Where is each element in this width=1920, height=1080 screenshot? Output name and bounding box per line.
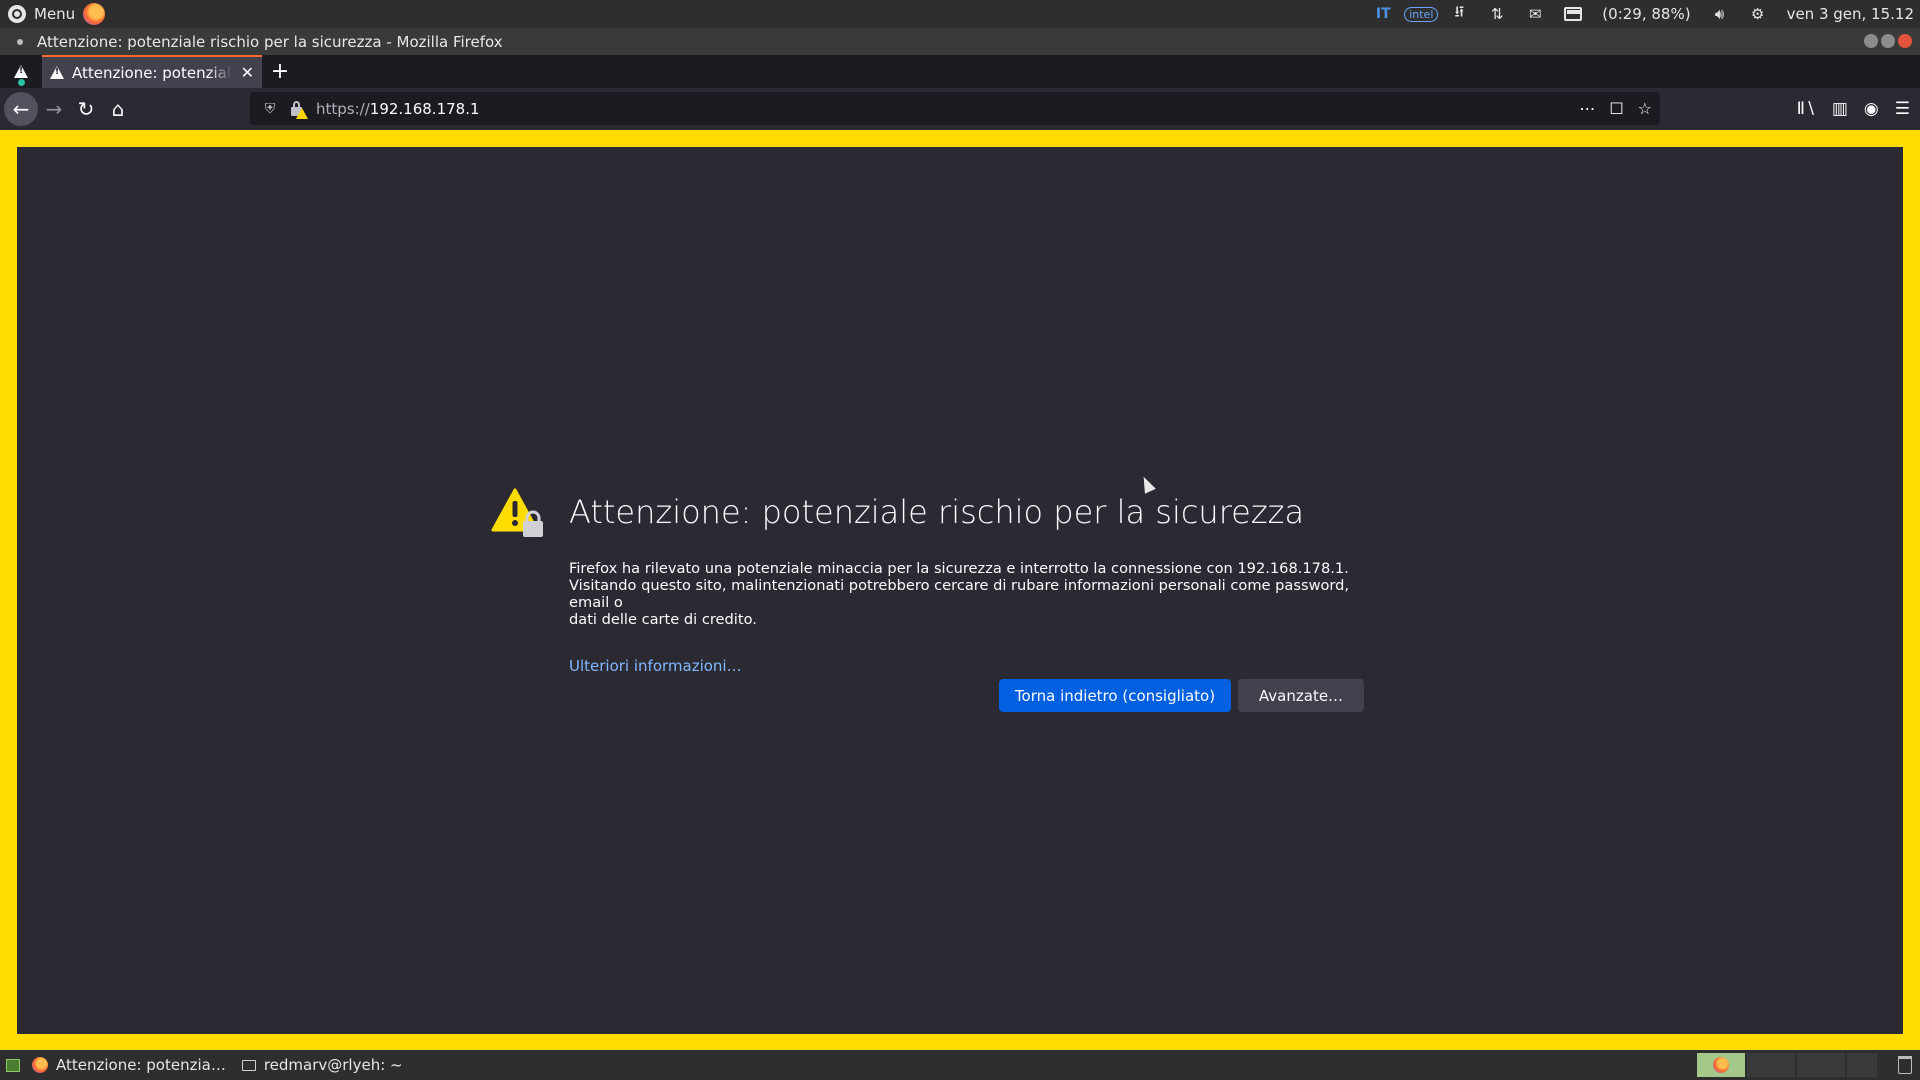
forward-button[interactable]: → bbox=[38, 93, 70, 125]
warning-lock-icon bbox=[491, 488, 543, 537]
tab-close-icon[interactable]: ✕ bbox=[241, 63, 254, 82]
warning-icon bbox=[14, 65, 28, 78]
back-button[interactable]: ← bbox=[4, 92, 38, 126]
url-bar[interactable]: ⛨ https://192.168.178.1 ⋯ ☐ ☆ bbox=[250, 92, 1660, 125]
advanced-button[interactable]: Avanzate… bbox=[1238, 679, 1364, 712]
hamburger-menu-icon[interactable]: ☰ bbox=[1895, 99, 1910, 119]
reload-icon: ↻ bbox=[77, 97, 95, 121]
show-desktop-button[interactable] bbox=[2, 1055, 24, 1075]
sidebar-icon[interactable]: ▥ bbox=[1832, 99, 1848, 119]
home-icon: ⌂ bbox=[111, 97, 125, 121]
sharing-indicator[interactable] bbox=[0, 55, 42, 88]
taskbar-item-label: redmarv@rlyeh: ~ bbox=[263, 1056, 403, 1074]
error-description-line: Visitando questo sito, malintenzionati p… bbox=[569, 577, 1350, 611]
gpu-label: intel bbox=[1404, 6, 1439, 22]
right-toolbar: Ⅱ∖ ▥ ◉ ☰ bbox=[1797, 88, 1910, 130]
error-description: Firefox ha rilevato una potenziale minac… bbox=[569, 560, 1369, 628]
library-icon[interactable]: Ⅱ∖ bbox=[1797, 99, 1816, 119]
show-desktop-icon bbox=[6, 1058, 20, 1072]
page-actions-menu-icon[interactable]: ⋯ bbox=[1579, 99, 1595, 118]
firefox-icon bbox=[32, 1057, 48, 1073]
new-tab-button[interactable]: + bbox=[262, 55, 298, 88]
window-menu-dot-icon[interactable] bbox=[17, 38, 23, 45]
tracking-protection-shield-icon[interactable]: ⛨ bbox=[260, 101, 280, 117]
workspace-3[interactable] bbox=[1797, 1053, 1845, 1077]
ubuntu-logo-icon bbox=[8, 5, 26, 23]
insecure-lock-icon[interactable] bbox=[288, 100, 308, 119]
window-title: Attenzione: potenziale rischio per la si… bbox=[37, 32, 503, 51]
bluetooth-icon[interactable]: ⭿ bbox=[1450, 3, 1468, 22]
forward-arrow-icon: → bbox=[45, 97, 63, 121]
firefox-launcher-icon[interactable] bbox=[83, 3, 106, 25]
taskbar-item-terminal[interactable]: redmarv@rlyeh: ~ bbox=[234, 1050, 411, 1080]
system-menu-label: Menu bbox=[34, 5, 76, 23]
network-icon[interactable]: ⇅ bbox=[1488, 5, 1506, 23]
settings-gear-icon[interactable]: ⚙ bbox=[1749, 5, 1767, 23]
navigation-toolbar: ← → ↻ ⌂ ⛨ https://192.168.178.1 ⋯ ☐ ☆ Ⅱ∖… bbox=[0, 88, 1920, 130]
url-host: 192.168.178.1 bbox=[369, 99, 480, 118]
workspace-2[interactable] bbox=[1747, 1053, 1795, 1077]
learn-more-link[interactable]: Ulteriori informazioni… bbox=[569, 657, 742, 675]
taskbar-item-firefox[interactable]: Attenzione: potenzia… bbox=[24, 1050, 234, 1080]
maximize-icon[interactable] bbox=[1881, 34, 1895, 48]
status-dot-icon bbox=[18, 79, 25, 86]
battery-status[interactable]: (0:29, 88%) bbox=[1602, 5, 1690, 23]
terminal-icon bbox=[241, 1059, 256, 1071]
error-description-line: dati delle carte di credito. bbox=[569, 611, 757, 628]
taskbar-item-label: Attenzione: potenzia… bbox=[56, 1056, 226, 1074]
account-icon[interactable]: ◉ bbox=[1864, 99, 1879, 119]
url-text[interactable]: https://192.168.178.1 bbox=[316, 100, 480, 118]
error-container: Attenzione: potenziale rischio per la si… bbox=[491, 488, 1369, 712]
error-page: Attenzione: potenziale rischio per la si… bbox=[17, 147, 1903, 1034]
tab-warning-icon bbox=[50, 66, 64, 79]
minimize-icon[interactable] bbox=[1864, 34, 1878, 48]
bottom-taskbar: Attenzione: potenzia… redmarv@rlyeh: ~ bbox=[0, 1050, 1920, 1080]
tab-security-warning[interactable]: Attenzione: potenziale rischio per la si… bbox=[42, 55, 262, 88]
window-controls bbox=[1864, 34, 1912, 48]
workspace-1[interactable] bbox=[1697, 1053, 1745, 1077]
close-window-icon[interactable] bbox=[1898, 34, 1912, 48]
keyboard-layout-indicator[interactable]: IT bbox=[1374, 6, 1392, 22]
gpu-indicator[interactable]: intel bbox=[1404, 6, 1439, 22]
tab-label: Attenzione: potenziale rischio per la si… bbox=[72, 63, 233, 82]
top-panel: Menu IT intel ⭿ ⇅ ✉ (0:29, 88%) 🔊︎ ⚙ ven… bbox=[0, 0, 1920, 28]
reload-button[interactable]: ↻ bbox=[70, 93, 102, 125]
back-arrow-icon: ← bbox=[12, 97, 30, 121]
url-scheme: https:// bbox=[316, 99, 370, 118]
mail-icon[interactable]: ✉ bbox=[1526, 5, 1544, 23]
go-back-button[interactable]: Torna indietro (consigliato) bbox=[999, 679, 1231, 712]
error-title: Attenzione: potenziale rischio per la si… bbox=[569, 493, 1305, 531]
workspace-4[interactable] bbox=[1847, 1053, 1877, 1077]
window-titlebar[interactable]: Attenzione: potenziale rischio per la si… bbox=[0, 28, 1920, 55]
bookmark-star-icon[interactable]: ☆ bbox=[1638, 99, 1652, 118]
pocket-icon[interactable]: ☐ bbox=[1609, 99, 1623, 118]
battery-icon[interactable] bbox=[1564, 6, 1583, 22]
workspace-firefox-icon bbox=[1713, 1057, 1729, 1073]
page-content-warning-frame: Attenzione: potenziale rischio per la si… bbox=[0, 130, 1920, 1050]
system-tray: IT intel ⭿ ⇅ ✉ (0:29, 88%) 🔊︎ ⚙ ven 3 ge… bbox=[1374, 0, 1914, 28]
error-description-line: Firefox ha rilevato una potenziale minac… bbox=[569, 560, 1349, 577]
tab-strip: Attenzione: potenziale rischio per la si… bbox=[0, 55, 1920, 88]
system-menu-button[interactable]: Menu bbox=[0, 0, 106, 28]
page-actions: ⋯ ☐ ☆ bbox=[1579, 92, 1652, 125]
volume-icon[interactable]: 🔊︎ bbox=[1711, 5, 1729, 23]
clock[interactable]: ven 3 gen, 15.12 bbox=[1787, 5, 1914, 23]
trash-icon[interactable] bbox=[1898, 1056, 1912, 1074]
home-button[interactable]: ⌂ bbox=[102, 93, 134, 125]
